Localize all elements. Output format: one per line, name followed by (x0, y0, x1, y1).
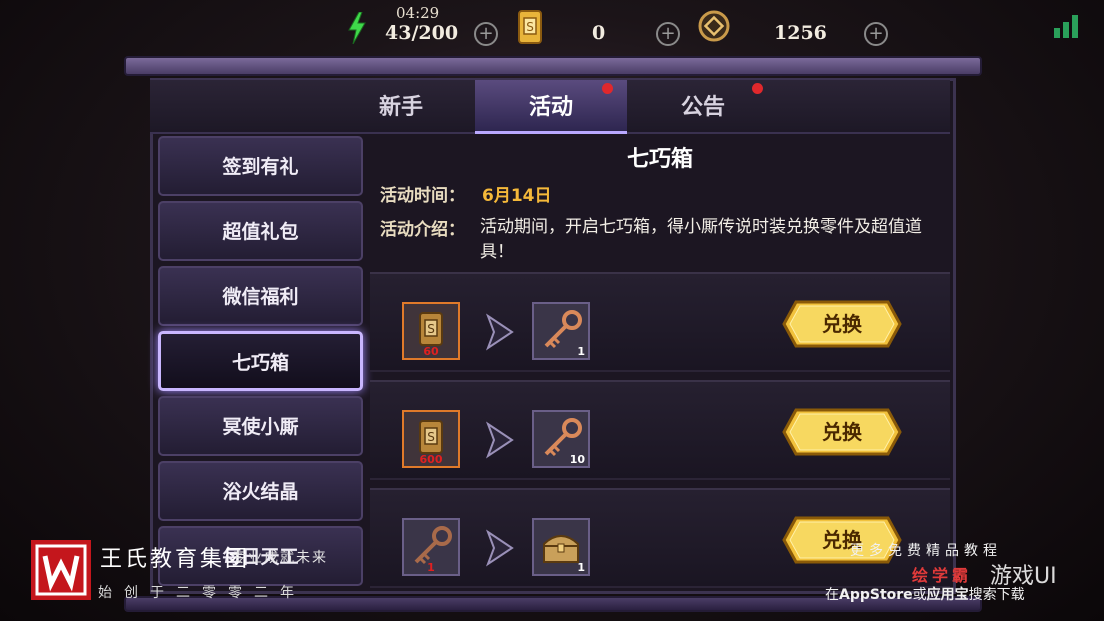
watermark-app-store-cn: 应用宝 (926, 587, 969, 603)
sidebar-item-value-pack[interactable]: 超值礼包 (158, 201, 363, 261)
svg-text:S: S (427, 430, 435, 444)
reward-slot: 10 (532, 410, 590, 468)
watermark-line3-mid: 或 (912, 587, 927, 603)
tab-newbie[interactable]: 新手 (325, 80, 477, 134)
add-coin-button[interactable]: + (864, 22, 888, 46)
watermark-right-line3: 在AppStore或应用宝搜索下载 (825, 584, 1025, 604)
coin-icon (698, 10, 730, 42)
sidebar-item-underworld-servant[interactable]: 冥使小厮 (158, 396, 363, 456)
cost-slot: S 60 (402, 302, 460, 360)
svg-text:S: S (526, 20, 534, 34)
add-ticket-button[interactable]: + (656, 22, 680, 46)
arrow-right-icon (485, 529, 514, 567)
sidebar-item-sign-in[interactable]: 签到有礼 (158, 136, 363, 196)
watermark-line3-pre: 在 (825, 587, 839, 603)
exchange-button-label: 兑换 (822, 312, 862, 336)
ticket-icon: S (518, 10, 542, 44)
lightning-icon (348, 12, 366, 44)
reward-amount: 1 (577, 345, 585, 358)
reward-slot: 1 (532, 302, 590, 360)
reward-amount: 1 (577, 561, 585, 574)
sidebar-item-wechat-bonus[interactable]: 微信福利 (158, 266, 363, 326)
watermark-company-name: 王氏教育集团 (100, 547, 251, 572)
activity-time-label: 活动时间： (380, 186, 465, 206)
reward-slot: 1 (532, 518, 590, 576)
exchange-row: S 60 1 兑换 (370, 272, 950, 372)
cost-amount: 600 (419, 453, 443, 466)
top-hud: 04:29 43/200 + S 0 + 1256 + (0, 0, 1104, 58)
watermark-since: 始创于二零零二年 (98, 585, 306, 601)
exchange-button[interactable]: 兑换 (782, 300, 902, 348)
arrow-right-icon (485, 421, 514, 459)
cost-slot: S 600 (402, 410, 460, 468)
cost-slot: 1 (402, 518, 460, 576)
exchange-row: 1 1 兑换 (370, 488, 950, 588)
energy-counter: 43/200 (385, 22, 459, 44)
watermark-brand: 绘学霸 (912, 566, 973, 585)
reward-amount: 10 (569, 453, 585, 466)
cost-amount: 60 (423, 345, 439, 358)
wangshi-logo (31, 540, 91, 600)
w-logo-icon (35, 544, 87, 596)
svg-text:S: S (427, 322, 435, 336)
sidebar-item-fire-crystal[interactable]: 浴火结晶 (158, 461, 363, 521)
tab-bar: 新手 活动 公告 (150, 80, 950, 134)
activity-desc-label: 活动介绍： (380, 220, 465, 240)
activity-notification-badge (602, 83, 613, 94)
watermark-slogan: 专业成就未来 (232, 550, 328, 566)
exchange-row: S 600 10 兑换 (370, 380, 950, 480)
activity-time-value: 6月14日 (482, 186, 552, 206)
arrow-right-icon (485, 313, 514, 351)
watermark-right-line1: 更多免费精品教程 (850, 543, 1002, 559)
clock-text: 04:29 (396, 4, 440, 22)
ticket-counter: 0 (592, 22, 606, 44)
activity-title: 七巧箱 (626, 147, 693, 172)
activity-desc-value: 活动期间，开启七巧箱，得小厮传说时装兑换零件及超值道具！ (480, 217, 922, 262)
add-energy-button[interactable]: + (474, 22, 498, 46)
sidebar-item-qiqiao-box[interactable]: 七巧箱 (158, 331, 363, 391)
watermark-line3-post: 搜索下载 (968, 587, 1025, 603)
cost-amount: 1 (427, 561, 435, 574)
exchange-button[interactable]: 兑换 (782, 408, 902, 456)
watermark-appstore: AppStore (839, 587, 913, 603)
exchange-button-label: 兑换 (822, 420, 862, 444)
signal-icon (1054, 15, 1078, 38)
announcement-notification-badge (752, 83, 763, 94)
coin-counter: 1256 (774, 22, 827, 44)
panel-top-frame (124, 56, 982, 76)
